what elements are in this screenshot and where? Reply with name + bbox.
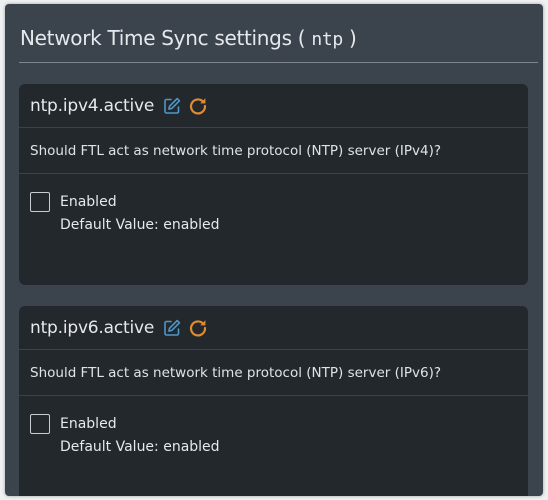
setting-key: ntp.ipv4.active: [30, 95, 155, 116]
panel-title-prefix: Network Time Sync settings (: [20, 26, 306, 50]
enabled-label[interactable]: Enabled: [60, 194, 117, 210]
title-divider: [19, 62, 538, 63]
panel-title: Network Time Sync settings ( ntp ): [20, 26, 357, 50]
card-header: ntp.ipv4.active: [19, 84, 528, 128]
setting-card-ntp-ipv6: ntp.ipv6.active Should FTL act as networ…: [19, 306, 528, 496]
setting-description: Should FTL act as network time protocol …: [19, 350, 528, 396]
card-header: ntp.ipv6.active: [19, 306, 528, 350]
setting-description: Should FTL act as network time protocol …: [19, 128, 528, 174]
default-value-text: Default Value: enabled: [60, 439, 220, 455]
card-body: Enabled Default Value: enabled: [19, 174, 528, 233]
setting-key: ntp.ipv6.active: [30, 317, 155, 338]
settings-panel: Network Time Sync settings ( ntp ) ntp.i…: [5, 4, 543, 496]
panel-title-suffix: ): [349, 26, 357, 50]
default-value-text: Default Value: enabled: [60, 217, 220, 233]
card-body: Enabled Default Value: enabled: [19, 396, 528, 455]
setting-card-ntp-ipv4: ntp.ipv4.active Should FTL act as networ…: [19, 84, 528, 285]
reset-icon[interactable]: [188, 318, 208, 338]
panel-title-code: ntp: [311, 29, 343, 50]
edit-icon[interactable]: [162, 96, 182, 116]
enabled-label[interactable]: Enabled: [60, 416, 117, 432]
enabled-checkbox[interactable]: [30, 192, 50, 212]
reset-icon[interactable]: [188, 96, 208, 116]
edit-icon[interactable]: [162, 318, 182, 338]
enabled-checkbox[interactable]: [30, 414, 50, 434]
